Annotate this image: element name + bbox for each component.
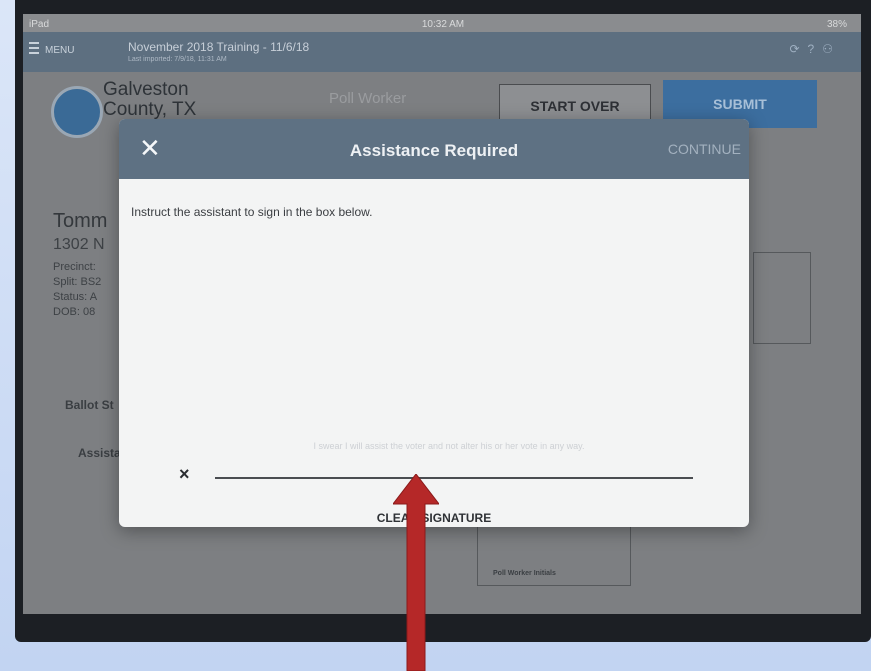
ipad-device: iPad 10:32 AM 38% MENU November 2018 Tra… <box>15 0 871 642</box>
modal-title: Assistance Required <box>349 141 519 160</box>
arrow-shape <box>393 474 439 671</box>
ballot-style-label: Ballot St <box>65 398 114 412</box>
poll-worker-label: Poll Worker <box>329 90 407 107</box>
poll-worker-initials-label: Poll Worker Initials <box>493 570 556 577</box>
help-icon[interactable]: ? <box>808 42 823 56</box>
voter-details: Precinct: Split: BS2 Status: A DOB: 08 <box>53 260 101 320</box>
device-label: iPad <box>29 19 50 30</box>
signature-x-mark: × <box>179 464 190 484</box>
users-icon[interactable]: ⚇ <box>822 42 841 56</box>
continue-button[interactable]: CONTINUE <box>668 141 741 157</box>
county-name-line1: Galveston <box>103 79 189 100</box>
status-bar: iPad 10:32 AM 38% <box>23 14 861 34</box>
ipad-screen: iPad 10:32 AM 38% MENU November 2018 Tra… <box>23 14 861 614</box>
status-time: 10:32 AM <box>421 19 465 30</box>
voter-status: Status: A <box>53 291 98 303</box>
app-nav-bar: MENU November 2018 Training - 11/6/18 La… <box>23 32 861 72</box>
oath-text: I swear I will assist the voter and not … <box>313 441 585 451</box>
voter-precinct: Precinct: <box>53 261 96 273</box>
voter-address: 1302 N <box>53 236 105 253</box>
voter-split: Split: BS2 <box>53 276 102 288</box>
county-name: Galveston County, TX <box>103 80 196 120</box>
voter-dob: DOB: 08 <box>53 306 96 318</box>
refresh-icon[interactable]: ⟳ <box>789 42 807 56</box>
modal-header: ✕ Assistance Required CONTINUE <box>119 119 749 179</box>
training-title: November 2018 Training - 11/6/18 <box>128 40 310 54</box>
red-pointer-arrow <box>393 474 439 671</box>
menu-label: MENU <box>45 45 75 56</box>
id-photo-box <box>753 252 811 344</box>
county-seal-logo <box>51 86 103 138</box>
nav-icons: ⟳?⚇ <box>789 42 841 56</box>
voter-name: Tomm <box>53 210 108 232</box>
assistance-modal: ✕ Assistance Required CONTINUE Instruct … <box>119 119 749 527</box>
last-imported: Last imported: 7/9/18, 11:31 AM <box>128 56 227 63</box>
menu-button[interactable]: MENU <box>29 42 74 56</box>
instruction-text: Instruct the assistant to sign in the bo… <box>131 205 373 219</box>
hamburger-icon <box>29 42 39 54</box>
battery-indicator: 38% <box>826 19 847 30</box>
county-name-line2: County, TX <box>103 99 197 120</box>
signature-line[interactable] <box>215 477 693 479</box>
